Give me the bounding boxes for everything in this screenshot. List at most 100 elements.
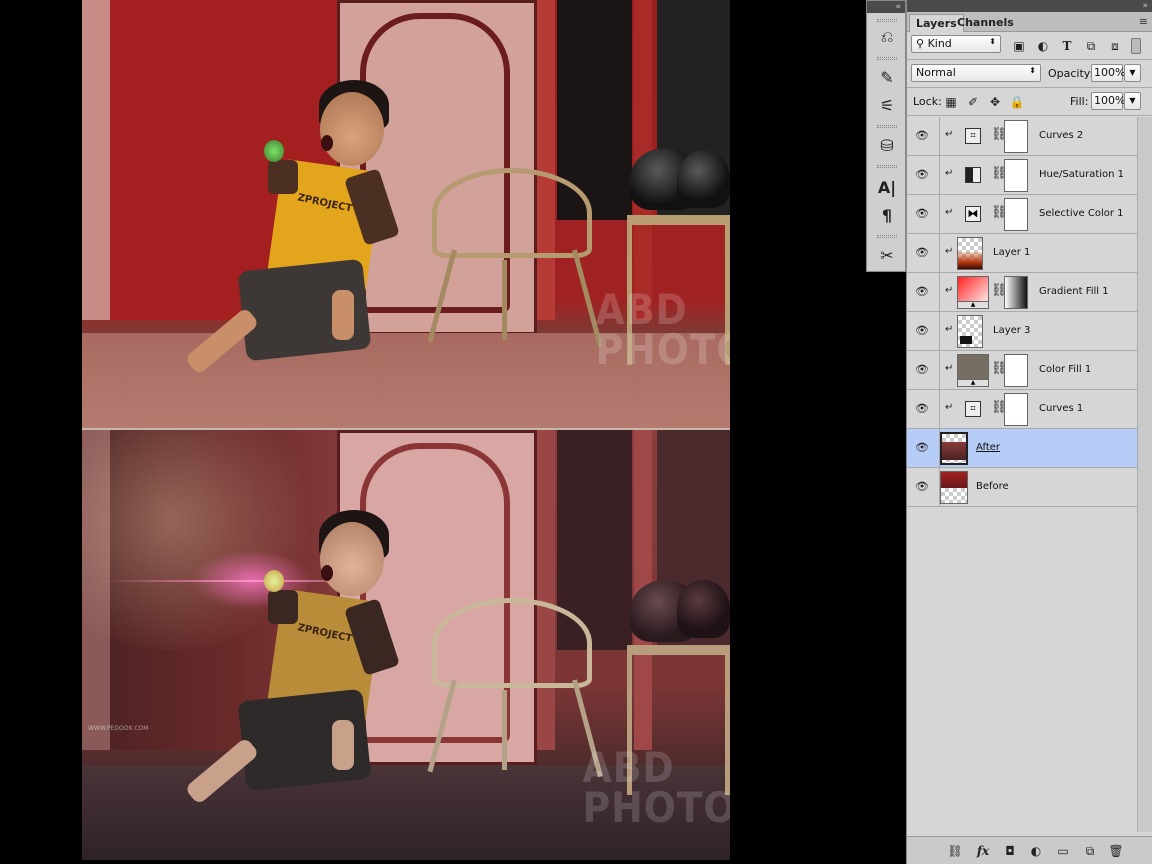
type-filter-icon[interactable]: T: [1059, 38, 1075, 54]
layer-layer-1[interactable]: 👁 ↵ Layer 1: [907, 234, 1137, 273]
layer-mask-thumbnail[interactable]: [1004, 354, 1028, 387]
new-adjustment-icon[interactable]: ◐: [1027, 842, 1045, 860]
eye-icon[interactable]: 👁: [915, 246, 929, 260]
layer-name[interactable]: Gradient Fill 1: [1039, 286, 1109, 297]
rattan-chair: [432, 168, 592, 258]
adjustment-filter-icon[interactable]: ◐: [1035, 38, 1051, 54]
new-layer-icon[interactable]: ⧉: [1081, 842, 1099, 860]
layer-name[interactable]: After: [976, 442, 1000, 453]
gradient-fill-thumbnail[interactable]: ▲: [957, 276, 989, 309]
left-pillar: [82, 0, 110, 320]
add-mask-icon[interactable]: ◘: [1001, 842, 1019, 860]
layer-mask-thumbnail[interactable]: [1004, 159, 1028, 192]
after-image: ZPROJECT WWW.PEDOOK.COM ABD PHOTO: [82, 430, 730, 860]
layer-name[interactable]: Layer 3: [993, 325, 1030, 336]
layers-bottom-bar: ⛓ fx ◘ ◐ ▭ ⧉ 🗑: [907, 836, 1152, 864]
lock-row: Lock: ▦ ✐ ✥ 🔒 Fill: 100% ▼: [907, 88, 1152, 116]
delete-layer-icon[interactable]: 🗑: [1107, 842, 1125, 860]
layer-name[interactable]: Selective Color 1: [1039, 208, 1124, 219]
adjust-brush-icon[interactable]: ⚟: [875, 93, 899, 117]
filter-row: ⚲ Kind ⬍ ▣ ◐ T ⧉ ⧈: [907, 32, 1152, 60]
lock-pixels-icon[interactable]: ✐: [965, 94, 981, 110]
eye-icon[interactable]: 👁: [915, 480, 929, 494]
tab-channels[interactable]: Channels: [951, 14, 1020, 32]
expand-icon[interactable]: »: [907, 0, 1152, 12]
layer-after[interactable]: 👁 After: [907, 429, 1137, 468]
layer-selective-color-1[interactable]: 👁 ↵ ⧓ ⛓ Selective Color 1: [907, 195, 1137, 234]
filter-kind-dropdown[interactable]: ⚲ Kind ⬍: [911, 35, 1001, 53]
curves-icon[interactable]: ⌗: [965, 128, 981, 144]
fx-icon[interactable]: fx: [974, 842, 992, 860]
layer-name[interactable]: Layer 1: [993, 247, 1030, 258]
opacity-field[interactable]: 100%: [1091, 64, 1125, 82]
eye-icon[interactable]: 👁: [915, 441, 929, 455]
blend-mode-dropdown[interactable]: Normal ⬍: [911, 64, 1041, 82]
fill-slider-button[interactable]: ▼: [1124, 92, 1141, 110]
child: [320, 522, 384, 596]
layers-panel: » Layers Channels ≡ ⚲ Kind ⬍ ▣ ◐ T ⧉ ⧈ No…: [906, 0, 1152, 864]
layer-name[interactable]: Curves 2: [1039, 130, 1083, 141]
layer-name[interactable]: Before: [976, 481, 1009, 492]
layer-mask-thumbnail[interactable]: [1004, 120, 1028, 153]
rattan-chair: [432, 598, 592, 688]
layer-curves-1[interactable]: 👁 ↵ ⌗ ⛓ Curves 1: [907, 390, 1137, 429]
eye-icon[interactable]: 👁: [915, 168, 929, 182]
hue-saturation-icon[interactable]: [965, 167, 981, 183]
brush-presets-icon[interactable]: ✎: [875, 65, 899, 89]
curves-icon[interactable]: ⌗: [965, 401, 981, 417]
clone-source-icon[interactable]: ⛁: [875, 133, 899, 157]
layer-hue-saturation-1[interactable]: 👁 ↵ ⛓ Hue/Saturation 1: [907, 156, 1137, 195]
paragraph-icon[interactable]: ¶: [875, 203, 899, 227]
eye-icon[interactable]: 👁: [915, 129, 929, 143]
eye-icon[interactable]: 👁: [915, 285, 929, 299]
tool-presets-icon[interactable]: ✂: [875, 243, 899, 267]
layer-name[interactable]: Hue/Saturation 1: [1039, 169, 1124, 180]
eye-icon[interactable]: 👁: [915, 207, 929, 221]
color-fill-thumbnail[interactable]: ▲: [957, 354, 989, 387]
panel-menu-icon[interactable]: ≡: [1139, 15, 1148, 28]
layer-mask-thumbnail[interactable]: [1004, 276, 1028, 309]
opacity-slider-button[interactable]: ▼: [1124, 64, 1141, 82]
filter-toggle-icon[interactable]: [1131, 38, 1141, 54]
layer-mask-thumbnail[interactable]: [1004, 198, 1028, 231]
lock-all-icon[interactable]: 🔒: [1009, 94, 1025, 110]
new-group-icon[interactable]: ▭: [1054, 842, 1072, 860]
selective-color-icon[interactable]: ⧓: [965, 206, 981, 222]
shape-filter-icon[interactable]: ⧉: [1083, 38, 1099, 54]
eye-icon[interactable]: 👁: [915, 324, 929, 338]
layer-name[interactable]: Color Fill 1: [1039, 364, 1091, 375]
layer-layer-3[interactable]: 👁 ↵ Layer 3: [907, 312, 1137, 351]
smart-object-filter-icon[interactable]: ⧈: [1107, 38, 1123, 54]
clip-arrow-icon: ↵: [945, 246, 954, 257]
lock-transparent-icon[interactable]: ▦: [943, 94, 959, 110]
helmet: [677, 150, 730, 208]
collapse-icon[interactable]: «: [867, 1, 905, 13]
fill-label: Fill:: [1070, 95, 1089, 108]
fill-field[interactable]: 100%: [1091, 92, 1125, 110]
layer-thumbnail[interactable]: [940, 432, 968, 465]
link-layers-icon[interactable]: ⛓: [946, 842, 964, 860]
clip-arrow-icon: ↵: [945, 168, 954, 179]
history-icon[interactable]: ⎌: [875, 25, 899, 49]
lock-label: Lock:: [913, 95, 942, 108]
eye-icon[interactable]: 👁: [915, 402, 929, 416]
blend-row: Normal ⬍ Opacity: 100% ▼: [907, 60, 1152, 88]
document-canvas[interactable]: ZPROJECT ABD PHOTO: [82, 0, 730, 860]
watermark: ABD PHOTO: [582, 743, 730, 832]
watermark: ABD PHOTO: [595, 285, 730, 374]
layer-thumbnail[interactable]: [957, 315, 983, 348]
clip-arrow-icon: ↵: [945, 207, 954, 218]
layer-before[interactable]: 👁 Before: [907, 468, 1137, 507]
eye-icon[interactable]: 👁: [915, 363, 929, 377]
layer-mask-thumbnail[interactable]: [1004, 393, 1028, 426]
image-filter-icon[interactable]: ▣: [1011, 38, 1027, 54]
character-icon[interactable]: A|: [875, 175, 899, 199]
layers-scrollbar[interactable]: [1137, 117, 1152, 832]
layer-name[interactable]: Curves 1: [1039, 403, 1083, 414]
layer-thumbnail[interactable]: [940, 471, 968, 504]
layer-color-fill-1[interactable]: 👁 ↵ ▲ ⛓ Color Fill 1: [907, 351, 1137, 390]
layer-thumbnail[interactable]: [957, 237, 983, 270]
lock-position-icon[interactable]: ✥: [987, 94, 1003, 110]
layer-gradient-fill-1[interactable]: 👁 ↵ ▲ ⛓ Gradient Fill 1: [907, 273, 1137, 312]
layer-curves-2[interactable]: 👁 ↵ ⌗ ⛓ Curves 2: [907, 117, 1137, 156]
